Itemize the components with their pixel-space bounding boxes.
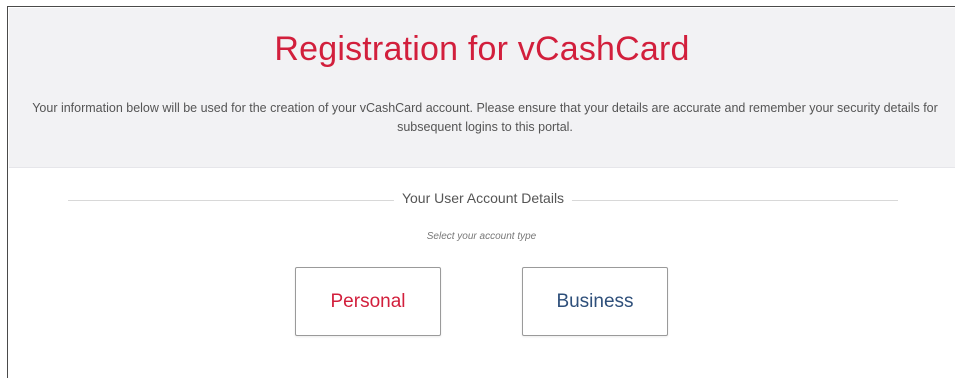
registration-panel: Registration for vCashCard Your informat…: [7, 6, 955, 378]
page-title: Registration for vCashCard: [274, 30, 690, 68]
section-title: Your User Account Details: [393, 190, 573, 206]
registration-header: Registration for vCashCard Your informat…: [9, 8, 955, 168]
account-type-hint: Select your account type: [426, 231, 537, 242]
section-heading: Your User Account Details: [68, 190, 898, 210]
personal-account-button[interactable]: Personal: [295, 267, 441, 336]
business-account-button[interactable]: Business: [522, 267, 668, 336]
registration-description: Your information below will be used for …: [32, 101, 938, 134]
